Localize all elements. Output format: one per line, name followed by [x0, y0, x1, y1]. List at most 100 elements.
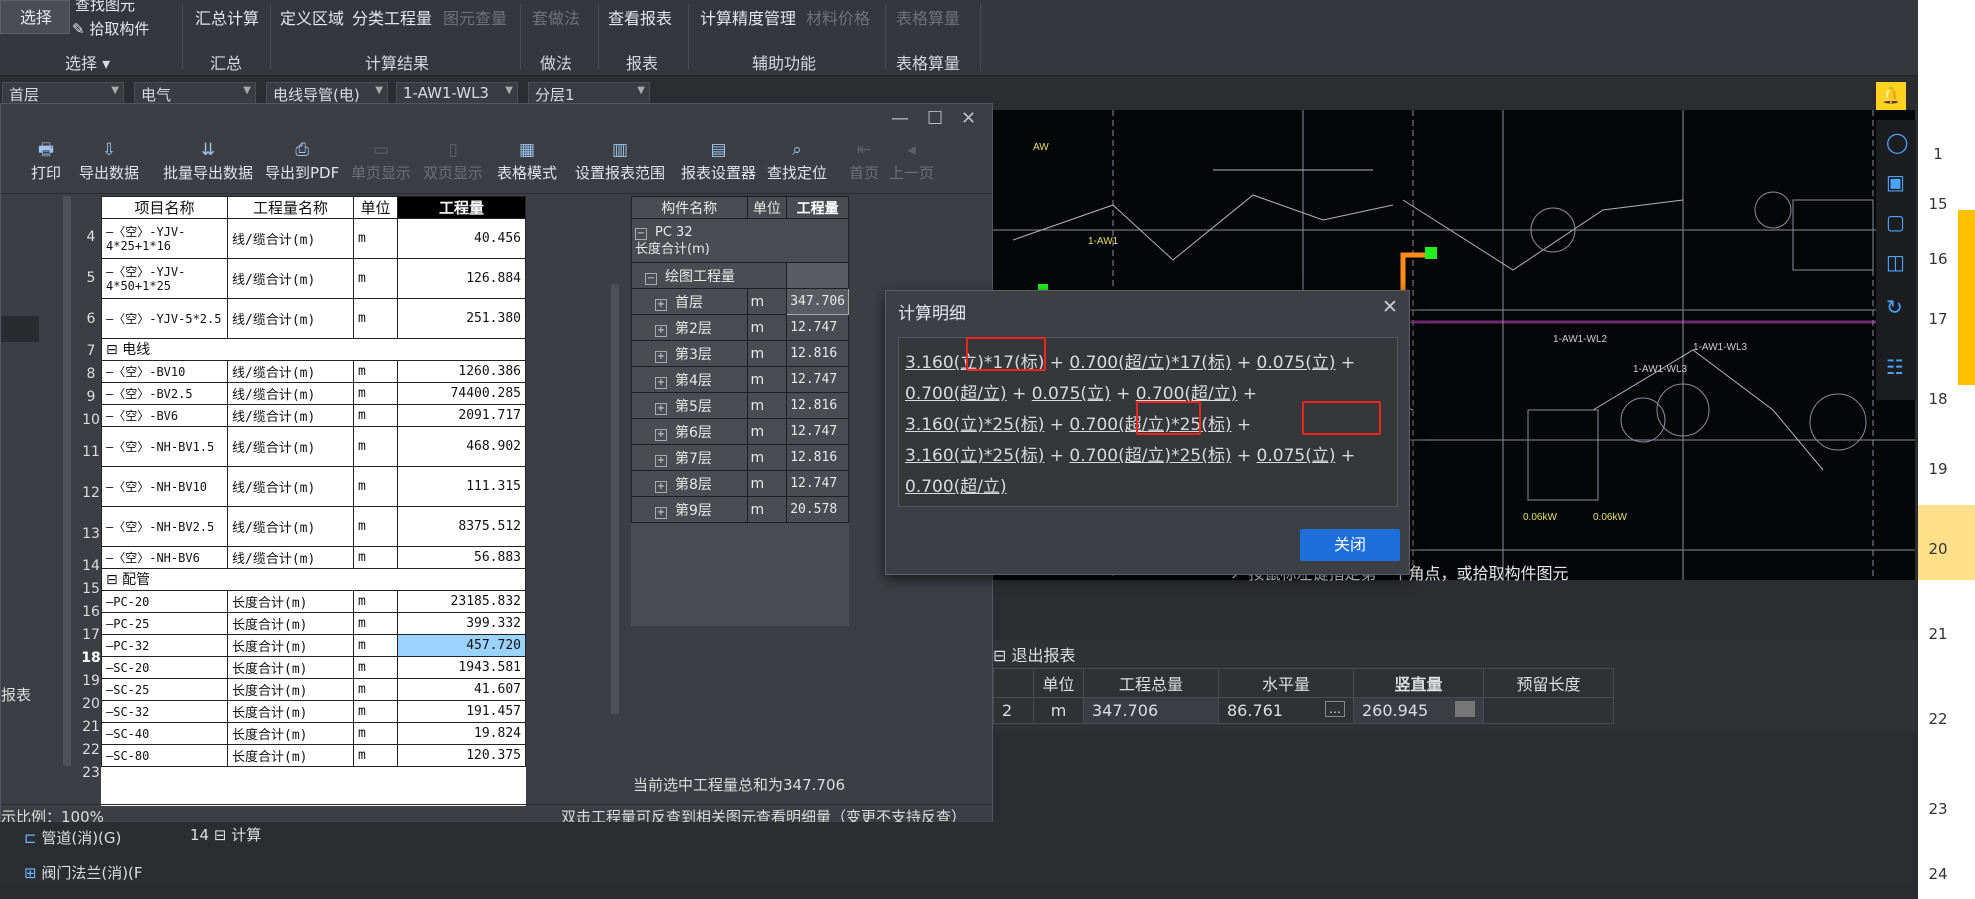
table-row[interactable]: —PC-25 长度合计(m) m 399.332: [101, 612, 526, 635]
table-row[interactable]: —SC-25 长度合计(m) m 41.607: [101, 678, 526, 701]
toolbar-button[interactable]: ▦ 表格模式: [497, 138, 557, 183]
table-row[interactable]: + 第9层 m 20.578: [631, 496, 849, 523]
toolbar-button[interactable]: ⇩ 导出数据: [79, 138, 139, 183]
quantity-cell[interactable]: 111.315: [397, 466, 526, 507]
report-tree-label[interactable]: 报表: [1, 684, 31, 705]
quantity-cell[interactable]: 1260.386: [397, 360, 526, 383]
quantity-cell[interactable]: 12.816: [786, 444, 849, 471]
table-row[interactable]: —〈空〉-NH-BV10 线/缆合计(m) m 111.315: [101, 466, 526, 507]
quantity-cell[interactable]: 74400.285: [397, 382, 526, 405]
table-row[interactable]: —〈空〉-BV6 线/缆合计(m) m 2091.717: [101, 404, 526, 427]
formula-term[interactable]: 0.075(立): [1032, 384, 1111, 404]
orbit-icon[interactable]: ◯: [1886, 130, 1908, 154]
formula-term[interactable]: 0.700(超/立)*25(标): [1069, 446, 1231, 466]
quantity-cell[interactable]: 191.457: [397, 700, 526, 723]
quantity-cell[interactable]: 56.883: [397, 546, 526, 569]
expand-icon[interactable]: +: [655, 428, 667, 441]
table-row[interactable]: + 第7层 m 12.816: [631, 444, 849, 471]
toolbar-button[interactable]: ◂ 上一页: [889, 138, 934, 183]
collapse-icon[interactable]: −: [645, 272, 657, 285]
quantity-cell[interactable]: 347.706: [786, 288, 849, 315]
quantity-cell[interactable]: 399.332: [397, 612, 526, 635]
vertical-cell[interactable]: 260.945: [1353, 697, 1484, 724]
ellipsis-icon[interactable]: [1455, 701, 1475, 717]
notification-bell-icon[interactable]: 🔔: [1876, 82, 1906, 110]
expand-icon[interactable]: +: [655, 376, 667, 389]
toolbar-button[interactable]: 🖶 打印: [31, 138, 61, 183]
table-row[interactable]: ⊟ 电线: [101, 338, 526, 361]
formula-term[interactable]: 3.160(立)*25(标): [905, 446, 1044, 466]
close-icon[interactable]: ✕: [961, 108, 976, 129]
category-select[interactable]: 电线导管(电) ▼: [266, 82, 388, 104]
toolbar-button[interactable]: ▭ 单页显示: [351, 138, 411, 183]
table-row[interactable]: —〈空〉-NH-BV6 线/缆合计(m) m 56.883: [101, 546, 526, 569]
quantity-cell[interactable]: 19.824: [397, 722, 526, 745]
quantity-cell[interactable]: 23185.832: [397, 590, 526, 613]
table-row[interactable]: —〈空〉-YJV-5*2.5 线/缆合计(m) m 251.380: [101, 298, 526, 339]
summary-calc-button[interactable]: 汇总计算: [195, 5, 259, 29]
expand-icon[interactable]: +: [655, 506, 667, 519]
table-row[interactable]: —〈空〉-YJV-4*25+1*16 线/缆合计(m) m 40.456: [101, 218, 526, 259]
expand-icon[interactable]: +: [655, 324, 667, 337]
close-button[interactable]: 关闭: [1300, 529, 1400, 561]
quantity-cell[interactable]: 457.720: [397, 634, 526, 657]
quantity-cell[interactable]: 12.747: [786, 418, 849, 445]
quantity-cell[interactable]: 12.747: [786, 470, 849, 497]
toolbar-button[interactable]: ⎙ 导出到PDF: [265, 138, 339, 183]
ellipsis-icon[interactable]: …: [1325, 701, 1345, 717]
box-view-icon[interactable]: ◫: [1886, 250, 1905, 274]
quantity-cell[interactable]: 12.816: [786, 392, 849, 419]
table-row[interactable]: —〈空〉-NH-BV1.5 线/缆合计(m) m 468.902: [101, 426, 526, 467]
table-calc-button[interactable]: 表格算量: [896, 5, 960, 29]
table-row[interactable]: —〈空〉-BV10 线/缆合计(m) m 1260.386: [101, 360, 526, 383]
reserved-value[interactable]: [1483, 697, 1614, 724]
cube-icon[interactable]: ▢: [1886, 210, 1905, 234]
quantity-cell[interactable]: 20.578: [786, 496, 849, 523]
view-report-button[interactable]: 查看报表: [608, 5, 672, 29]
set-method-button[interactable]: 套做法: [532, 5, 580, 29]
table-row[interactable]: + 第3层 m 12.816: [631, 340, 849, 367]
calc-row[interactable]: 14 ⊟ 计算: [190, 824, 261, 845]
expand-icon[interactable]: +: [655, 298, 667, 311]
exit-report-button[interactable]: ⊟ 退出报表: [993, 642, 1076, 666]
quantity-cell[interactable]: 12.816: [786, 340, 849, 367]
3d-view-icon[interactable]: ▣: [1886, 170, 1905, 194]
expand-icon[interactable]: +: [655, 454, 667, 467]
formula-term[interactable]: 0.075(立): [1257, 446, 1336, 466]
table-row[interactable]: —SC-20 长度合计(m) m 1943.581: [101, 656, 526, 679]
formula-term[interactable]: 0.700(超/立): [905, 477, 1007, 497]
quantity-cell[interactable]: 126.884: [397, 258, 526, 299]
horizontal-cell[interactable]: 86.761…: [1218, 697, 1354, 724]
expand-icon[interactable]: +: [655, 350, 667, 363]
quantity-cell[interactable]: 1943.581: [397, 656, 526, 679]
table-row[interactable]: —SC-40 长度合计(m) m 19.824: [101, 722, 526, 745]
quantity-cell[interactable]: 12.747: [786, 366, 849, 393]
material-price-button[interactable]: 材料价格: [806, 5, 870, 29]
floor-select[interactable]: 首层 ▼: [2, 82, 124, 104]
table-row[interactable]: + 第2层 m 12.747: [631, 314, 849, 341]
toolbar-button[interactable]: ⇤ 首页: [849, 138, 879, 183]
minimize-icon[interactable]: —: [891, 108, 909, 129]
component-summary-cell[interactable]: − PC 32 长度合计(m): [631, 218, 849, 263]
quantity-cell[interactable]: 8375.512: [397, 506, 526, 547]
quantity-cell[interactable]: 251.380: [397, 298, 526, 339]
toolbar-button[interactable]: ▤ 报表设置器: [681, 138, 756, 183]
precision-button[interactable]: 计算精度管理: [700, 5, 796, 29]
element-check-button[interactable]: 图元查量: [443, 5, 507, 29]
group-select-label[interactable]: 选择 ▾: [65, 50, 110, 74]
quantity-cell[interactable]: 2091.717: [397, 404, 526, 427]
quantity-cell[interactable]: 40.456: [397, 218, 526, 259]
toolbar-button[interactable]: ⇊ 批量导出数据: [163, 138, 253, 183]
table-scrollbar[interactable]: [611, 284, 619, 714]
expand-icon[interactable]: +: [655, 402, 667, 415]
toolbar-button[interactable]: ▯ 双页显示: [423, 138, 483, 183]
table-row[interactable]: + 第6层 m 12.747: [631, 418, 849, 445]
table-row[interactable]: —〈空〉-BV2.5 线/缆合计(m) m 74400.285: [101, 382, 526, 405]
quantity-cell[interactable]: 41.607: [397, 678, 526, 701]
component-select[interactable]: 1-AW1-WL3 ▼: [396, 82, 518, 104]
pipe-fire-item[interactable]: ⊏ 管道(消)(G): [24, 827, 121, 848]
table-row[interactable]: + 第4层 m 12.747: [631, 366, 849, 393]
close-icon[interactable]: ✕: [1382, 296, 1398, 318]
quantity-cell[interactable]: 120.375: [397, 744, 526, 767]
table-row[interactable]: —〈空〉-YJV-4*50+1*25 线/缆合计(m) m 126.884: [101, 258, 526, 299]
